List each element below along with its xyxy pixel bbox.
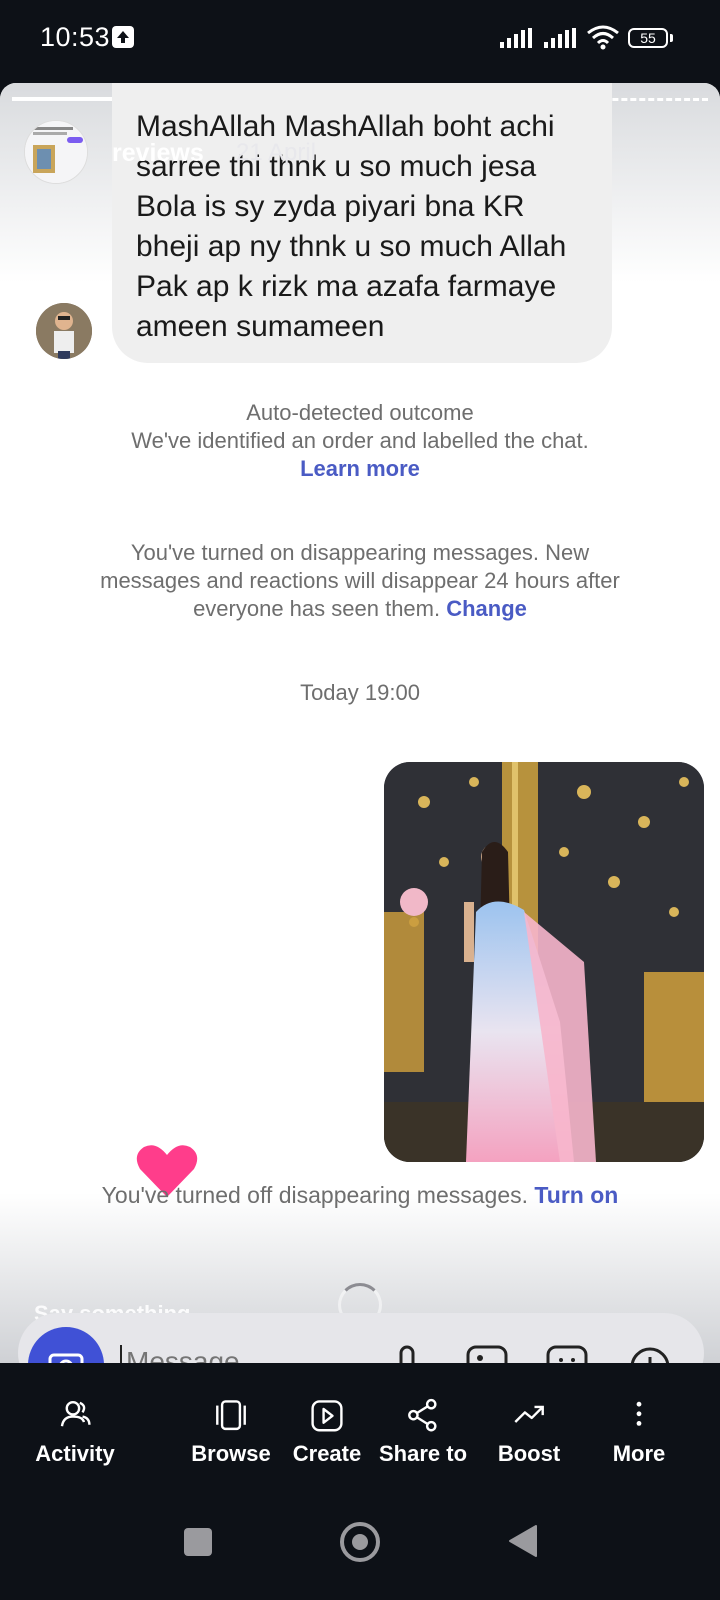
create-button[interactable]: Create	[272, 1363, 382, 1467]
outcome-title: Auto-detected outcome	[246, 400, 474, 425]
status-bar: 10:53 55	[0, 0, 720, 80]
recents-button[interactable]	[184, 1528, 212, 1556]
date-separator: Today 19:00	[300, 680, 420, 705]
browse-label: Browse	[191, 1441, 271, 1466]
boost-button[interactable]: Boost	[474, 1363, 584, 1467]
signal-icon	[500, 28, 532, 48]
battery-level: 55	[640, 30, 656, 46]
change-link[interactable]: Change	[446, 596, 527, 621]
more-icon	[636, 1401, 642, 1426]
disappearing-off-notice: You've turned off disappearing messages.…	[40, 1181, 680, 1209]
boost-label: Boost	[497, 1441, 561, 1466]
system-nav-bar	[0, 1488, 720, 1600]
story-date: 21 April	[236, 139, 317, 166]
microphone-icon[interactable]	[390, 1343, 424, 1363]
story-username[interactable]: reviews	[112, 139, 204, 168]
turn-on-link[interactable]: Turn on	[534, 1182, 618, 1208]
story-avatar[interactable]	[24, 120, 88, 184]
browse-icon	[216, 1400, 246, 1431]
upload-icon	[112, 26, 134, 48]
camera-button[interactable]	[28, 1327, 104, 1363]
share-icon	[408, 1398, 437, 1432]
signal-icon	[544, 28, 576, 48]
activity-icon	[60, 1400, 91, 1427]
learn-more-link[interactable]: Learn more	[300, 456, 420, 481]
status-time: 10:53	[40, 22, 111, 52]
gallery-icon[interactable]	[466, 1343, 510, 1363]
add-icon[interactable]	[628, 1343, 672, 1363]
battery-tip	[670, 34, 673, 42]
story-action-bar: Activity Browse Create Share to Boost Mo…	[0, 1363, 720, 1488]
disappearing-off-text: You've turned off disappearing messages.	[101, 1182, 529, 1208]
outcome-body: We've identified an order and labelled t…	[131, 428, 589, 453]
create-label: Create	[292, 1441, 362, 1466]
auto-detected-notice: Auto-detected outcome We've identified a…	[60, 399, 660, 483]
story-card[interactable]: MashAllah MashAllah boht achi sarree thi…	[0, 83, 720, 1363]
boost-icon	[514, 1405, 544, 1423]
create-icon	[311, 1400, 343, 1432]
message-bubble[interactable]: MashAllah MashAllah boht achi sarree thi…	[112, 83, 612, 363]
back-icon[interactable]	[508, 1524, 538, 1558]
activity-label: Activity	[35, 1441, 115, 1466]
disappearing-on-notice: You've turned on disappearing messages. …	[86, 539, 634, 623]
message-input[interactable]	[120, 1345, 308, 1363]
sticker-icon[interactable]	[546, 1343, 590, 1363]
sent-photo[interactable]	[384, 762, 704, 1162]
disappearing-on-text: You've turned on disappearing messages. …	[100, 540, 620, 621]
home-button[interactable]	[340, 1522, 380, 1562]
sender-avatar[interactable]	[36, 303, 92, 359]
share-to-label: Share to	[378, 1441, 468, 1466]
battery-icon: 55	[628, 28, 668, 48]
browse-button[interactable]: Browse	[176, 1363, 286, 1467]
camera-icon	[48, 1353, 84, 1363]
wifi-icon	[587, 25, 619, 50]
share-to-button[interactable]: Share to	[368, 1363, 478, 1467]
more-label: More	[612, 1441, 666, 1466]
activity-button[interactable]: Activity	[20, 1363, 130, 1467]
more-button[interactable]: More	[584, 1363, 694, 1467]
